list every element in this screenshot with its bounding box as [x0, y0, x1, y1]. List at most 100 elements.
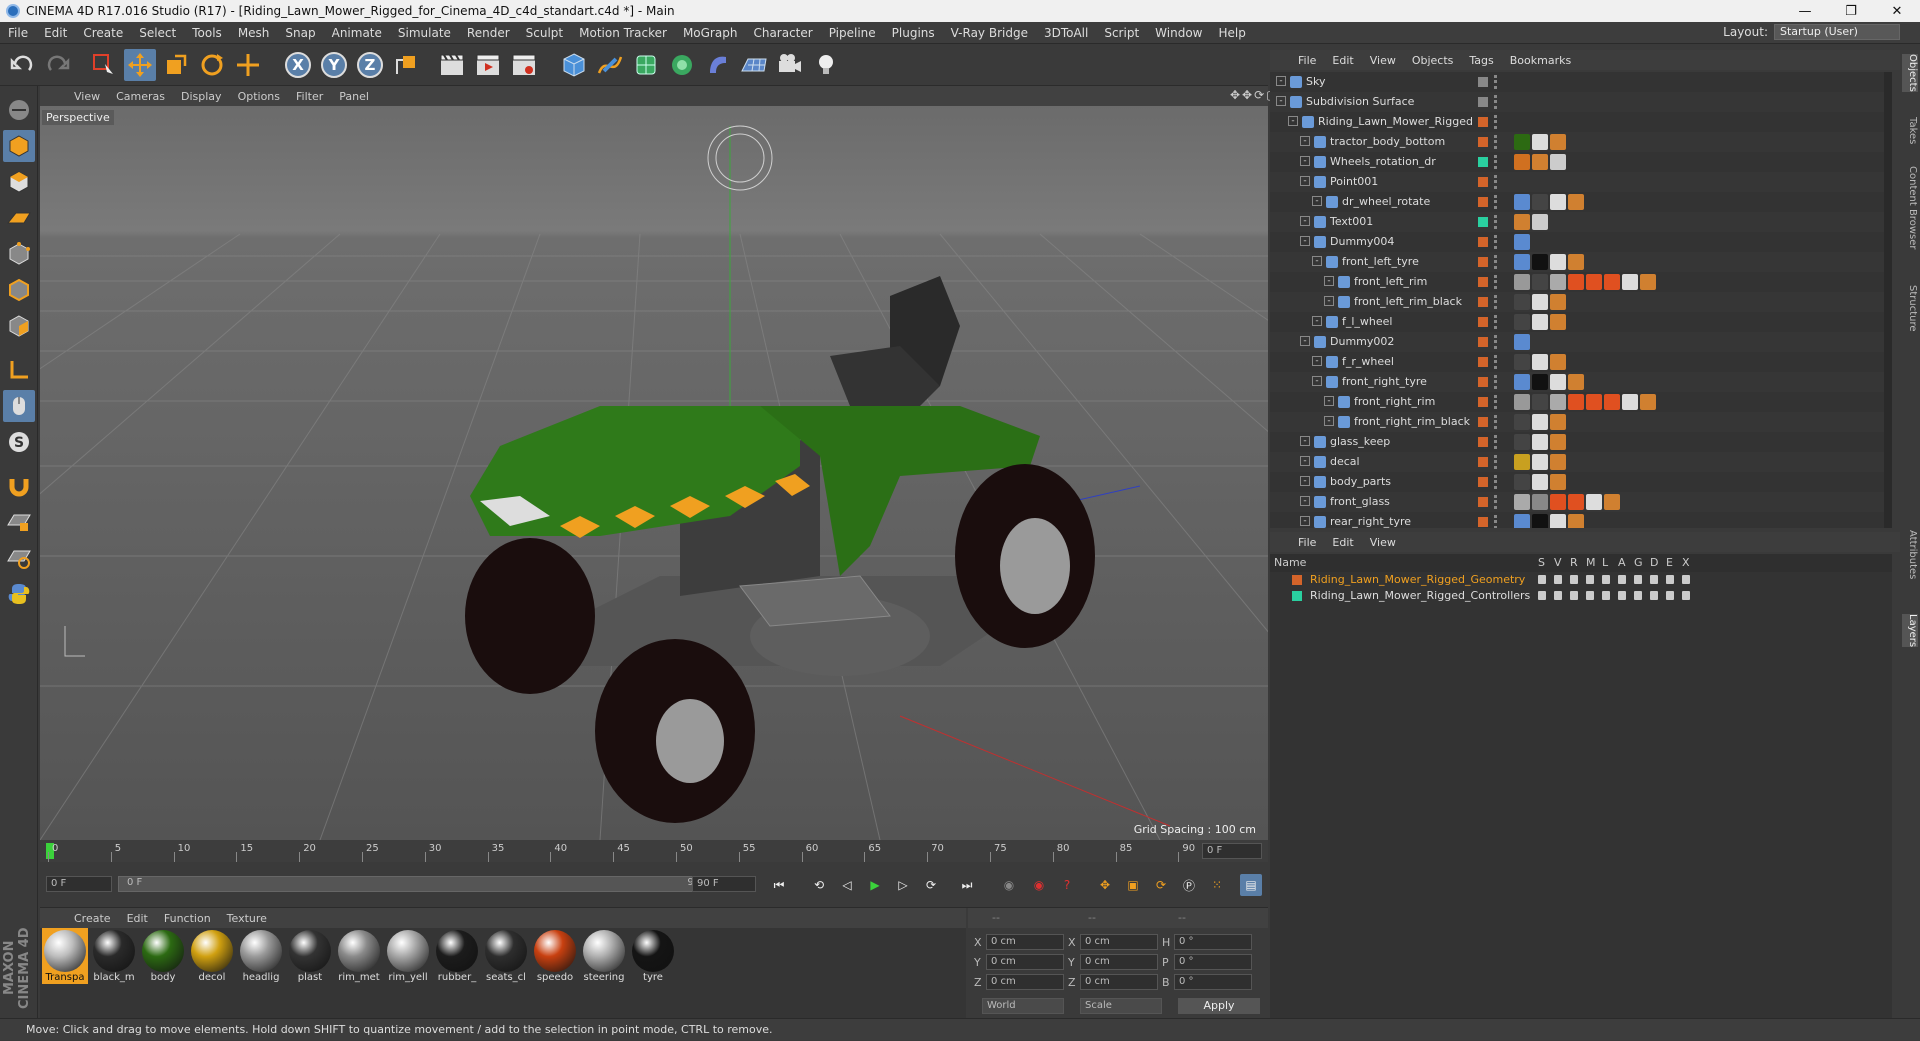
python-button[interactable] [3, 578, 35, 610]
visibility-dots[interactable] [1494, 155, 1498, 169]
material-tag[interactable] [1586, 494, 1602, 510]
material-tag[interactable] [1568, 254, 1584, 270]
visibility-dots[interactable] [1494, 235, 1498, 249]
visibility-dots[interactable] [1494, 75, 1498, 89]
layer-menu-view[interactable]: View [1362, 536, 1404, 549]
material-tag[interactable] [1550, 414, 1566, 430]
menu-file[interactable]: File [0, 26, 36, 40]
tab-layers[interactable]: Layers [1902, 614, 1918, 648]
material-tag[interactable] [1532, 274, 1548, 290]
coord-field-x[interactable]: 0 cm [1080, 934, 1158, 950]
visibility-dots[interactable] [1494, 95, 1498, 109]
material-tag[interactable] [1532, 214, 1548, 230]
viewport-menu-cameras[interactable]: Cameras [108, 90, 173, 103]
scale-dropdown[interactable]: Scale [1080, 998, 1162, 1014]
layer-row[interactable]: Riding_Lawn_Mower_Rigged_Controllers [1270, 588, 1892, 604]
object-menu-objects[interactable]: Objects [1404, 54, 1462, 67]
redo-button[interactable] [42, 49, 74, 81]
layer-toggle-e[interactable] [1666, 575, 1674, 584]
coord-field-y[interactable]: 0 cm [986, 954, 1064, 970]
object-row[interactable]: - f_l_wheel [1270, 312, 1892, 332]
minimize-button[interactable]: — [1782, 0, 1828, 22]
viewport-menu-options[interactable]: Options [230, 90, 288, 103]
object-row[interactable]: - front_left_rim [1270, 272, 1892, 292]
expand-icon[interactable]: - [1300, 156, 1310, 166]
expand-icon[interactable]: - [1312, 196, 1322, 206]
layer-toggle-g[interactable] [1634, 591, 1642, 600]
object-row[interactable]: - Subdivision Surface [1270, 92, 1892, 112]
material-tag[interactable] [1622, 274, 1638, 290]
object-row[interactable]: - Sky [1270, 72, 1892, 92]
expand-icon[interactable]: - [1300, 516, 1310, 526]
model-mode-button[interactable] [3, 130, 35, 162]
material-tag[interactable] [1514, 454, 1530, 470]
expand-icon[interactable]: - [1324, 276, 1334, 286]
material-tag[interactable] [1532, 474, 1548, 490]
viewport-menu-filter[interactable]: Filter [288, 90, 331, 103]
object-row[interactable]: - front_left_tyre [1270, 252, 1892, 272]
material-tag[interactable] [1532, 134, 1548, 150]
material-tag[interactable] [1532, 254, 1548, 270]
object-row[interactable]: - Point001 [1270, 172, 1892, 192]
viewport-menu-panel[interactable]: Panel [331, 90, 377, 103]
material-tag[interactable] [1514, 234, 1530, 250]
make-editable-button[interactable] [3, 94, 35, 126]
snap-button[interactable]: S [3, 426, 35, 458]
prev-frame-button[interactable]: ◁ [836, 874, 858, 896]
menu-motion-tracker[interactable]: Motion Tracker [571, 26, 675, 40]
goto-end-button[interactable]: ⏭ [956, 874, 978, 896]
layer-toggle-m[interactable] [1586, 591, 1594, 600]
coord-field-p[interactable]: 0 ° [1174, 954, 1252, 970]
expand-icon[interactable]: - [1288, 116, 1298, 126]
material-tag[interactable] [1532, 414, 1548, 430]
material-swatch[interactable]: tyre [630, 928, 676, 984]
preview-range-slider[interactable]: 0 F 90 F [118, 876, 718, 892]
perspective-viewport[interactable]: Perspective Grid Spacing : 100 cm [40, 106, 1268, 840]
layer-menu-file[interactable]: File [1290, 536, 1324, 549]
material-tag[interactable] [1532, 314, 1548, 330]
move-tool-button[interactable] [124, 49, 156, 81]
object-row[interactable]: - front_glass [1270, 492, 1892, 512]
material-tag[interactable] [1532, 374, 1548, 390]
record-keys-button[interactable]: ◉ [998, 874, 1020, 896]
live-selection-button[interactable] [88, 49, 120, 81]
object-menu-edit[interactable]: Edit [1324, 54, 1361, 67]
axis-mode-button[interactable] [3, 354, 35, 386]
material-swatch[interactable]: rim_yell [385, 928, 431, 984]
visibility-dots[interactable] [1494, 355, 1498, 369]
visibility-dots[interactable] [1494, 435, 1498, 449]
material-tag[interactable] [1532, 494, 1548, 510]
object-row[interactable]: - front_left_rim_black [1270, 292, 1892, 312]
expand-icon[interactable]: - [1300, 496, 1310, 506]
menu-animate[interactable]: Animate [324, 26, 390, 40]
tab-structure[interactable]: Structure [1902, 285, 1918, 332]
material-tag[interactable] [1604, 494, 1620, 510]
scale-tool-button[interactable] [160, 49, 192, 81]
object-row[interactable]: - Dummy002 [1270, 332, 1892, 352]
layer-toggle-l[interactable] [1602, 575, 1610, 584]
visibility-dots[interactable] [1494, 395, 1498, 409]
material-tag[interactable] [1514, 494, 1530, 510]
expand-icon[interactable]: - [1276, 96, 1286, 106]
material-tag[interactable] [1550, 134, 1566, 150]
play-button[interactable]: ▶ [864, 874, 886, 896]
expand-icon[interactable]: - [1300, 236, 1310, 246]
menu-mograph[interactable]: MoGraph [675, 26, 746, 40]
material-tag[interactable] [1514, 414, 1530, 430]
menu-simulate[interactable]: Simulate [390, 26, 459, 40]
expand-icon[interactable]: - [1276, 76, 1286, 86]
material-swatch[interactable]: Transpa [42, 928, 88, 984]
layer-menu-edit[interactable]: Edit [1324, 536, 1361, 549]
material-swatch[interactable]: black_m [91, 928, 137, 984]
coord-field-b[interactable]: 0 ° [1174, 974, 1252, 990]
y-axis-lock-button[interactable]: Y [318, 49, 350, 81]
workplane-align-button[interactable] [3, 542, 35, 574]
visibility-dots[interactable] [1494, 275, 1498, 289]
object-row[interactable]: - tractor_body_bottom [1270, 132, 1892, 152]
menu-3dtoall[interactable]: 3DToAll [1036, 26, 1096, 40]
workplane-button[interactable] [3, 202, 35, 234]
material-swatch[interactable]: steering [581, 928, 627, 984]
coordinate-system-button[interactable] [390, 49, 422, 81]
layer-toggle-v[interactable] [1554, 575, 1562, 584]
menu-select[interactable]: Select [131, 26, 184, 40]
